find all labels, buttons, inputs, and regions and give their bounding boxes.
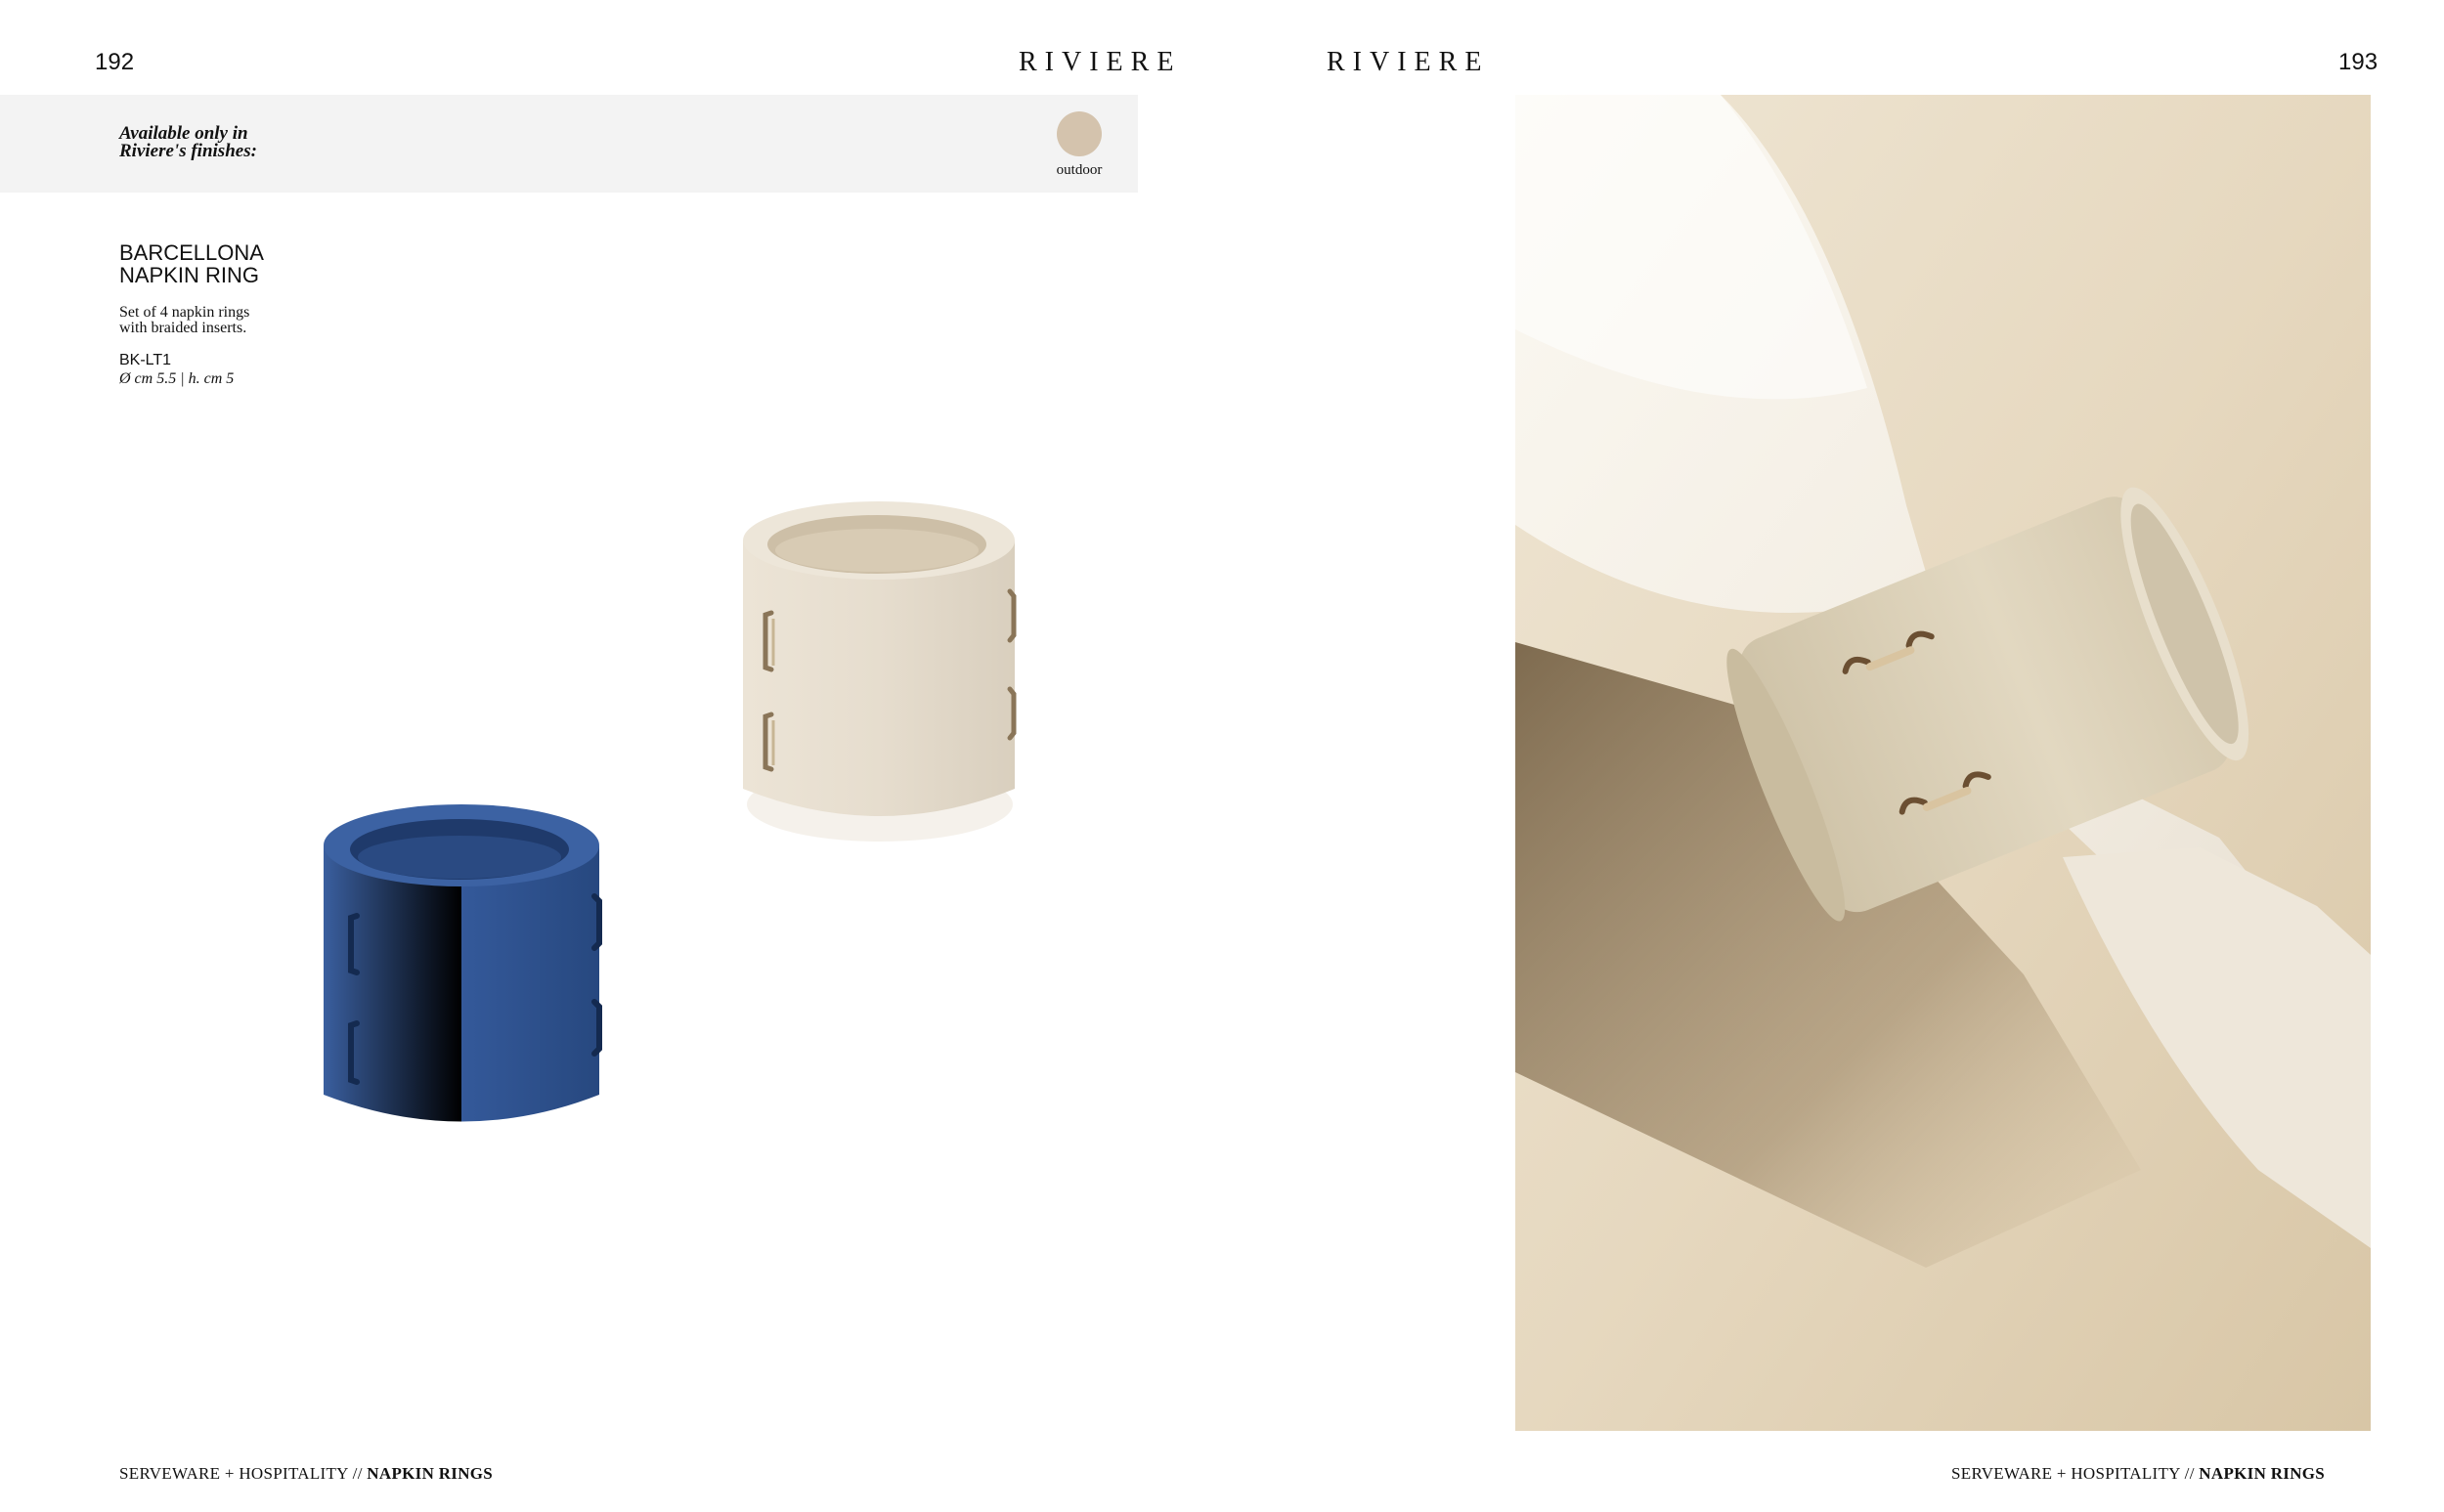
footer-section-right: NAPKIN RINGS <box>2199 1464 2326 1483</box>
page-number-left: 192 <box>95 49 135 75</box>
finish-label-line2: Riviere's finishes: <box>119 141 257 161</box>
product-desc-line1: Set of 4 napkin rings <box>119 304 250 321</box>
product-name-line1: BARCELLONA <box>119 240 264 265</box>
brand-logo-right: RIVIERE <box>1327 47 1490 77</box>
page-number-right: 193 <box>2338 49 2379 75</box>
brand-logo-left: RIVIERE <box>1019 47 1182 77</box>
product-description: Set of 4 napkin rings with braided inser… <box>119 305 373 336</box>
product-code: BK-LT1 <box>119 352 172 368</box>
napkin-ring-blue-image <box>324 804 602 1122</box>
finish-label: Available only in Riviere's finishes: <box>119 124 373 161</box>
footer-category-left: SERVEWARE + HOSPITALITY // <box>119 1464 363 1483</box>
finish-swatch-label: outdoor <box>1056 162 1103 178</box>
napkin-ring-beige-image <box>743 501 1017 842</box>
product-desc-line2: with braided inserts. <box>119 320 247 336</box>
footer-right: SERVEWARE + HOSPITALITY // NAPKIN RINGS <box>1951 1464 2325 1484</box>
footer-section-left: NAPKIN RINGS <box>367 1464 494 1483</box>
napkin-with-ring-photo <box>1515 95 2371 1431</box>
product-name-line2: NAPKIN RING <box>119 263 260 287</box>
finish-swatch-outdoor[interactable] <box>1057 111 1102 156</box>
footer-category-right: SERVEWARE + HOSPITALITY // <box>1951 1464 2195 1483</box>
product-name: BARCELLONA NAPKIN RING <box>119 241 413 286</box>
footer-left: SERVEWARE + HOSPITALITY // NAPKIN RINGS <box>119 1464 493 1484</box>
product-dimensions: Ø cm 5.5 | h. cm 5 <box>119 370 235 387</box>
